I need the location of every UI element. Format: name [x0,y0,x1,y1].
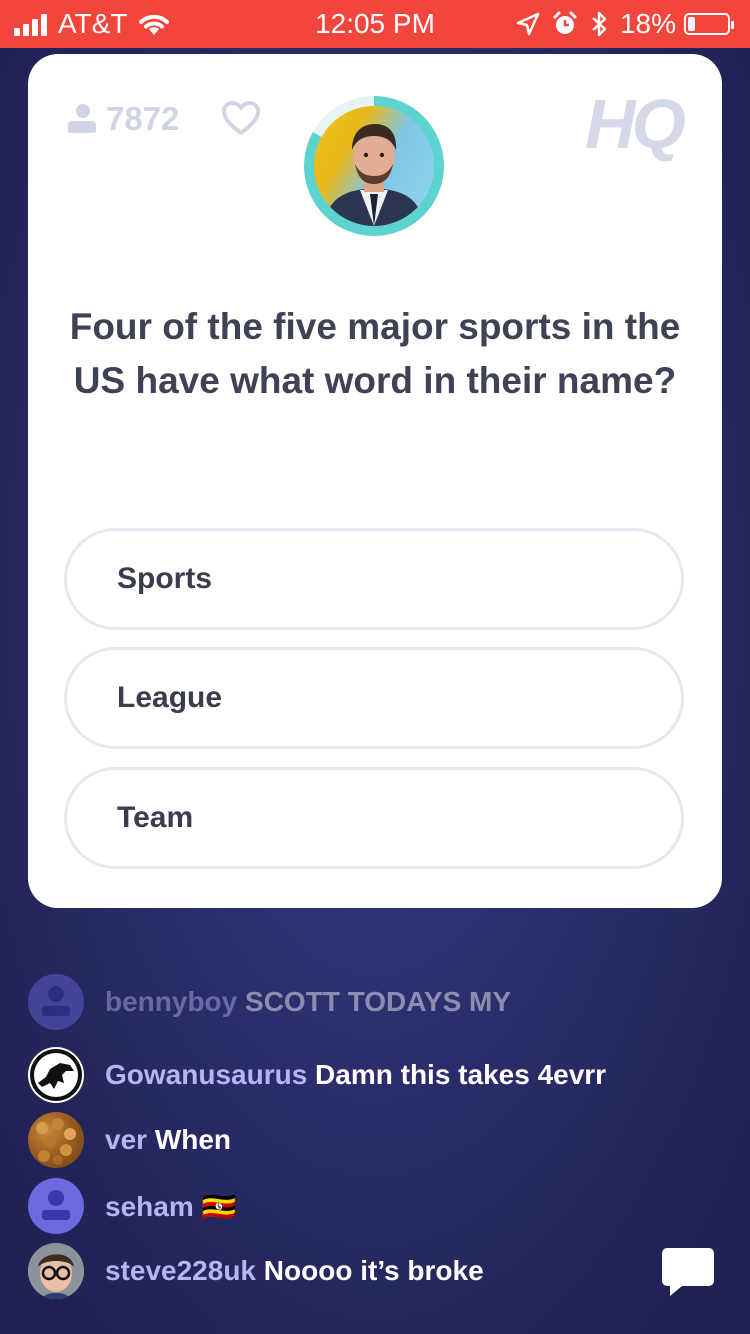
chat-message: seham 🇺🇬 [28,1178,236,1234]
chat-message-text: 🇺🇬 [201,1190,237,1222]
avatar [28,1047,84,1103]
chat-username: ver [105,1124,148,1155]
chat-username: bennyboy [105,986,238,1017]
chat-message: Gowanusaurus Damn this takes 4evrr [28,1047,606,1103]
avatar [28,1243,84,1299]
answer-option-1[interactable]: Sports [64,528,684,630]
status-right: 18% [504,8,734,40]
chat-username: Gowanusaurus [105,1059,308,1090]
answer-option-2[interactable]: League [64,647,684,749]
status-bar: AT&T 12:05 PM 18% [0,0,750,48]
location-arrow-icon [516,12,540,36]
chat-message-text: When [154,1124,232,1155]
question-text: Four of the five major sports in the US … [69,306,681,401]
battery-percent: 18% [619,8,676,39]
hq-logo: HQ [585,85,686,163]
chat-message: bennyboy SCOTT TODAYS MY [28,974,511,1030]
host-portrait-icon [324,124,424,226]
host-timer-ring [304,96,444,236]
host-avatar [314,106,434,226]
battery-level [688,17,695,31]
chat-message-text: Damn this takes 4evrr [315,1059,607,1090]
chat-bubble-icon[interactable] [660,1244,716,1300]
alarm-icon [553,11,577,34]
chat-message-text: SCOTT TODAYS MY [245,986,512,1017]
chat-message-text: Noooo it’s broke [263,1255,484,1286]
viewer-count: 7872 [68,100,179,138]
person-icon [68,104,96,134]
battery-icon [684,13,734,35]
chat-username: seham [105,1190,194,1222]
dinosaur-logo-icon [30,1049,82,1101]
answer-option-3[interactable]: Team [64,767,684,869]
question-card: 7872 HQ Four of the five major sports in… [28,54,722,908]
bluetooth-icon [592,11,607,37]
chat-username: steve228uk [105,1255,257,1286]
heart-icon[interactable] [221,100,261,136]
user-photo-icon [28,1243,84,1299]
avatar [28,1112,84,1168]
chat-message: steve228uk Noooo it’s broke [28,1243,484,1299]
avatar [28,1178,84,1234]
avatar [28,974,84,1030]
chat-message: ver When [28,1112,231,1168]
viewer-count-value: 7872 [106,100,180,137]
food-photo-icon [36,1118,76,1165]
